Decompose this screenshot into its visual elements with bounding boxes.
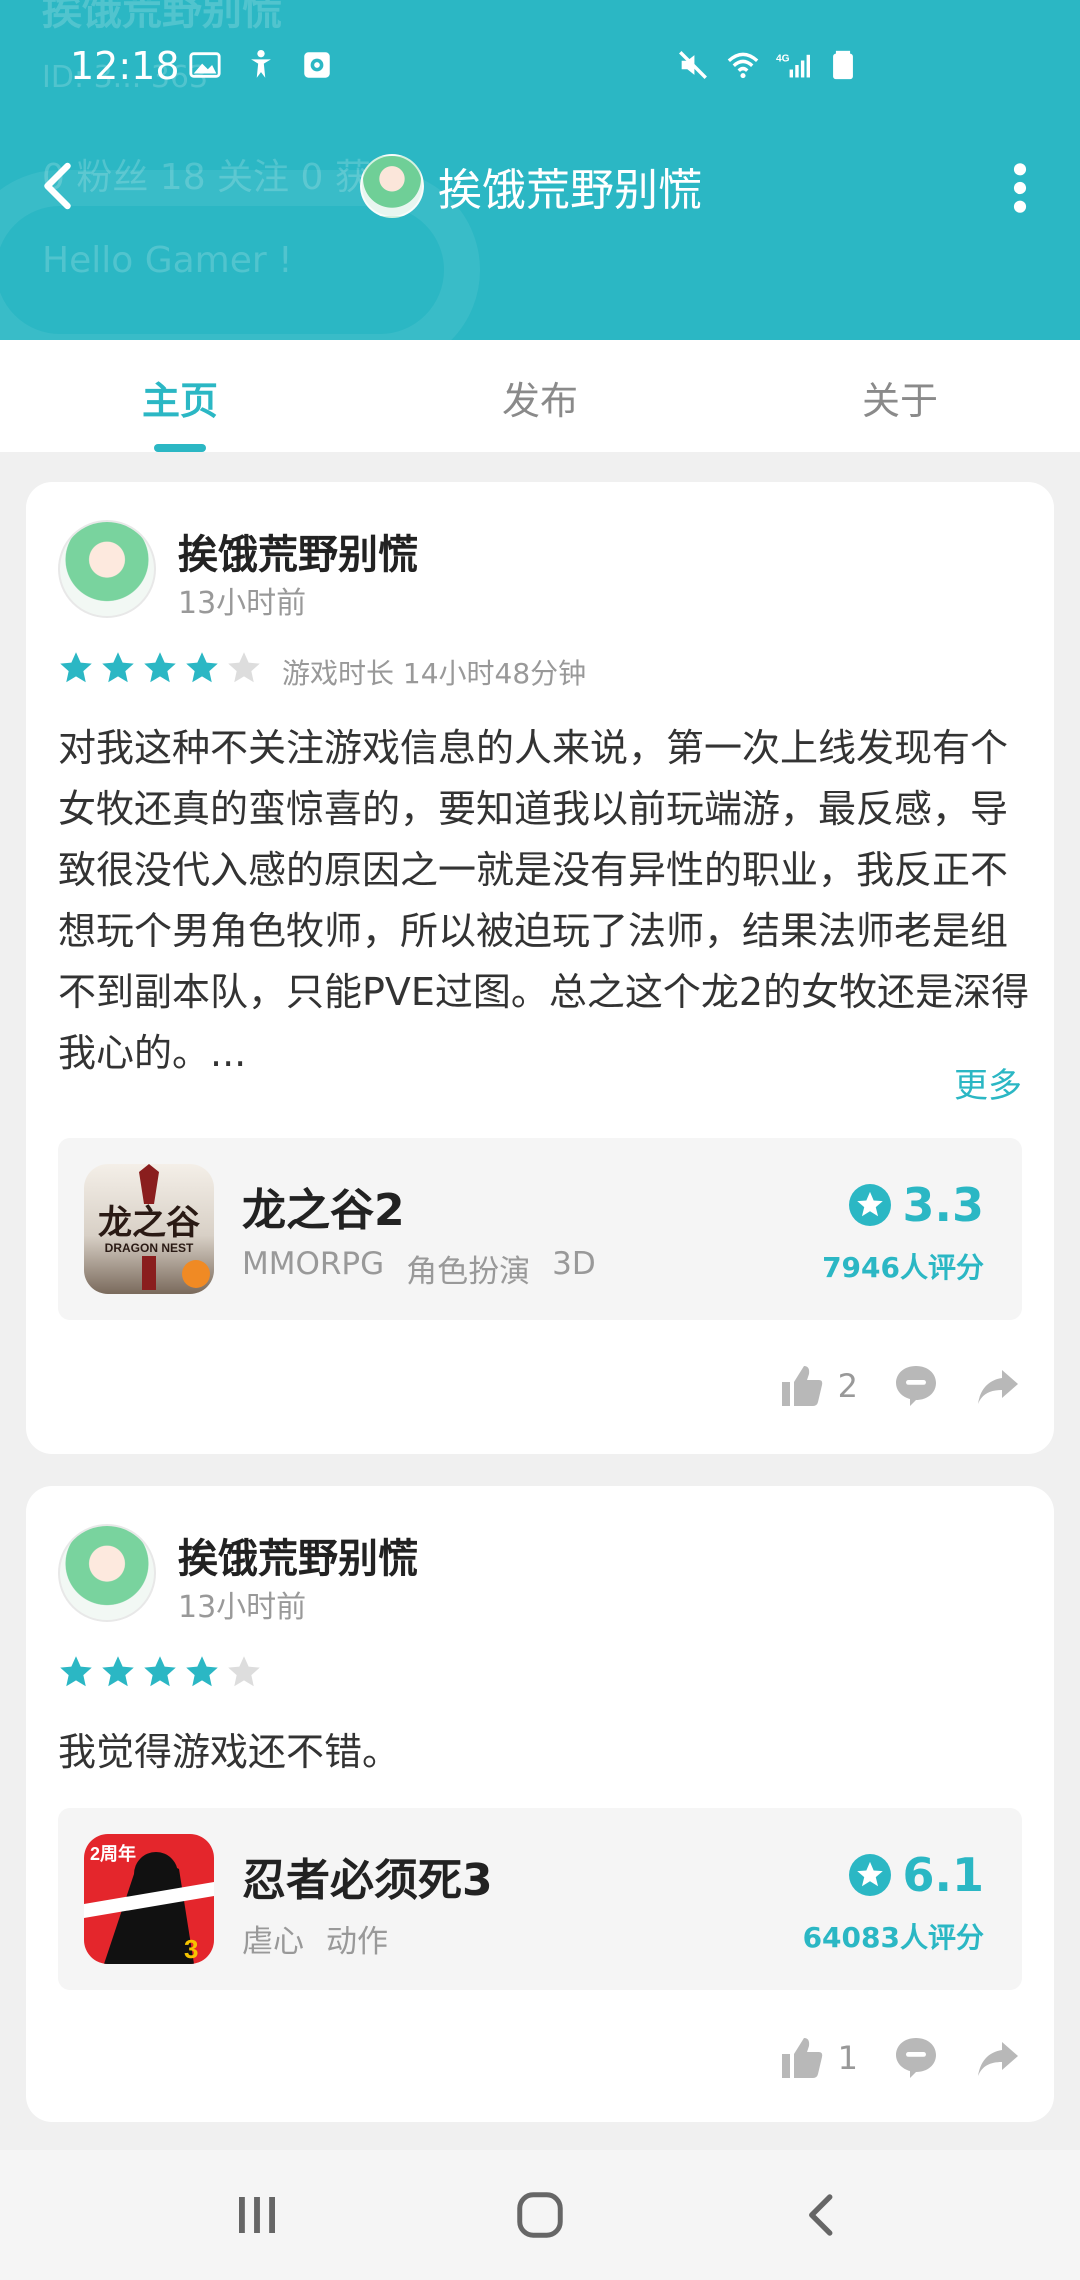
game-icon-subtitle: DRAGON NEST <box>105 1241 194 1255</box>
comment-icon[interactable] <box>892 2034 940 2082</box>
game-tag: 虐心 <box>242 1924 304 1960</box>
share-icon[interactable] <box>974 1362 1022 1410</box>
playtime-text: 游戏时长 14小时48分钟 <box>282 657 587 690</box>
game-card[interactable]: 龙之谷 DRAGON NEST 龙之谷2 MMORPG 角色扮演 3D 3.3 … <box>58 1138 1022 1320</box>
review-text[interactable]: 我觉得游戏还不错。 <box>58 1722 1038 1783</box>
status-time: 12:18 <box>70 44 180 88</box>
system-nav-bar <box>0 2150 1080 2280</box>
star-filled-icon <box>186 652 218 683</box>
rating-count: 64083人评分 <box>802 1921 984 1954</box>
share-icon[interactable] <box>974 2034 1022 2082</box>
screen-record-icon <box>304 52 330 78</box>
game-tag: 3D <box>552 1246 596 1282</box>
star-empty-icon <box>228 1656 260 1687</box>
home-icon[interactable] <box>513 2188 567 2242</box>
game-tags: 虐心 动作 <box>242 1916 388 1961</box>
game-card[interactable]: 2周年 3 忍者必须死3 虐心 动作 6.1 64083人评分 <box>58 1808 1022 1990</box>
svg-text:4G: 4G <box>776 54 790 65</box>
star-filled-icon <box>186 1656 218 1687</box>
nav-title-group: 挨饿荒野别慌 <box>360 152 702 220</box>
avatar[interactable] <box>58 1524 156 1622</box>
recent-apps-icon[interactable] <box>230 2188 284 2242</box>
game-icon-title: 龙之谷 <box>98 1203 200 1243</box>
nav-avatar <box>360 154 424 218</box>
rating-stars <box>58 650 262 686</box>
profile-tabs: 主页 发布 关于 <box>0 340 1080 452</box>
game-score: 3.3 <box>848 1178 985 1232</box>
like-count: 1 <box>837 2039 858 2077</box>
rating-stars <box>58 1654 262 1690</box>
wifi-icon <box>727 52 759 79</box>
star-empty-icon <box>228 652 260 683</box>
game-tags: MMORPG 角色扮演 3D <box>242 1246 596 1291</box>
review-time: 13小时前 <box>178 586 307 621</box>
game-name[interactable]: 忍者必须死3 <box>242 1844 493 1908</box>
status-bar: 12:18 4G <box>0 0 1080 136</box>
score-star-icon <box>848 1854 891 1896</box>
tab-home[interactable]: 主页 <box>0 340 360 452</box>
tab-posts[interactable]: 发布 <box>360 340 720 452</box>
back-nav-icon[interactable] <box>796 2188 850 2242</box>
star-filled-icon <box>60 652 92 683</box>
review-text[interactable]: 对我这种不关注游戏信息的人来说，第一次上线发现有个女牧还真的蛮惊喜的，要知道我以… <box>58 718 1038 1084</box>
review-card[interactable]: 挨饿荒野别慌 13小时前 游戏时长 14小时48分钟 对我这种不关注游戏信息的人… <box>26 482 1054 1454</box>
review-actions: 2 <box>778 1362 1022 1410</box>
game-name[interactable]: 龙之谷2 <box>242 1174 405 1238</box>
star-filled-icon <box>102 652 134 683</box>
score-star-icon <box>848 1184 891 1226</box>
star-filled-icon <box>144 652 176 683</box>
more-vertical-icon[interactable] <box>1010 160 1030 216</box>
review-author[interactable]: 挨饿荒野别慌 <box>178 522 418 580</box>
like-icon[interactable] <box>778 1362 826 1410</box>
game-icon-ninja-must-die: 2周年 3 <box>84 1834 214 1964</box>
comment-icon[interactable] <box>892 1362 940 1410</box>
accessibility-icon <box>251 49 271 78</box>
more-link[interactable]: 更多 <box>954 1058 1022 1107</box>
top-nav-bar: 挨饿荒野别慌 <box>0 136 1080 236</box>
game-icon-dragon-nest: 龙之谷 DRAGON NEST <box>84 1164 214 1294</box>
signal-4g-icon: 4G <box>776 54 810 78</box>
game-icon-number: 3 <box>184 1934 198 1964</box>
back-icon[interactable] <box>30 156 90 216</box>
mute-icon <box>679 51 707 79</box>
like-count: 2 <box>837 1367 858 1405</box>
score-value: 6.1 <box>902 1848 985 1902</box>
game-tag: MMORPG <box>242 1246 385 1282</box>
star-filled-icon <box>144 1656 176 1687</box>
tab-about[interactable]: 关于 <box>720 340 1080 452</box>
game-icon-badge: 2周年 <box>90 1843 136 1864</box>
star-filled-icon <box>60 1656 92 1687</box>
star-filled-icon <box>102 1656 134 1687</box>
review-actions: 1 <box>778 2034 1022 2082</box>
avatar[interactable] <box>58 520 156 618</box>
nav-title: 挨饿荒野别慌 <box>438 165 702 216</box>
review-author[interactable]: 挨饿荒野别慌 <box>178 1526 418 1584</box>
image-icon <box>189 52 221 78</box>
game-score: 6.1 <box>848 1848 985 1902</box>
rating-count: 7946人评分 <box>822 1251 984 1284</box>
profile-header: 挨饿荒野别慌 ID: 3... 363 0 粉丝 18 关注 0 获赞 Hell… <box>0 0 1080 340</box>
game-tag: 角色扮演 <box>406 1254 531 1290</box>
review-card[interactable]: 挨饿荒野别慌 13小时前 我觉得游戏还不错。 2周年 3 忍者必须死3 虐心 动… <box>26 1486 1054 2122</box>
review-time: 13小时前 <box>178 1590 307 1625</box>
like-icon[interactable] <box>778 2034 826 2082</box>
game-tag: 动作 <box>326 1924 388 1960</box>
score-value: 3.3 <box>902 1178 985 1232</box>
battery-icon <box>833 50 853 80</box>
